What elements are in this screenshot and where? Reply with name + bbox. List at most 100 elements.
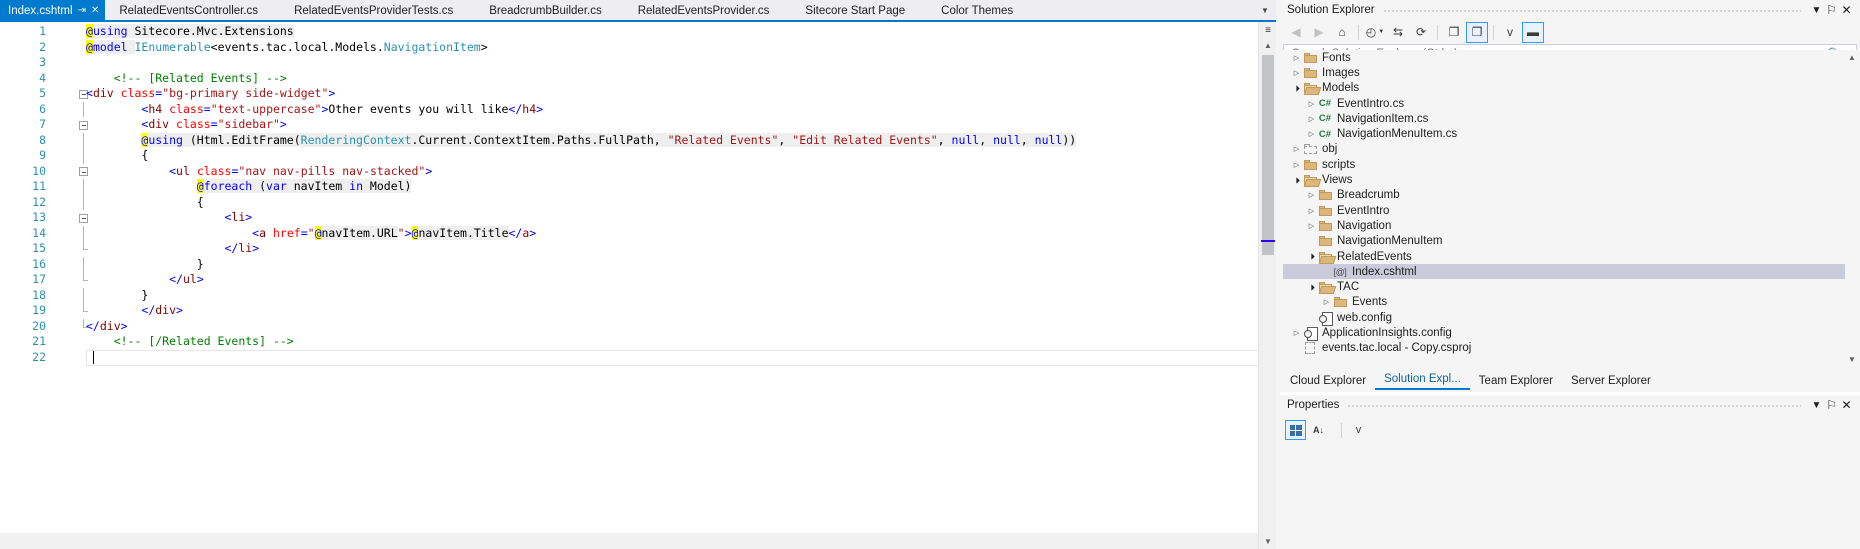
document-tab-sitecore-start-page[interactable]: Sitecore Start Page (791, 0, 927, 22)
tree-expand-arrow-open-icon[interactable]: ◢ (1290, 174, 1303, 187)
code-line[interactable]: 16 } (0, 256, 1276, 272)
document-tab-relatedeventscontroller-cs[interactable]: RelatedEventsController.cs (105, 0, 280, 22)
property-pages-button[interactable]: ᴠ (1348, 420, 1369, 440)
code-line[interactable]: 13 <li> (0, 210, 1276, 226)
tool-window-tab-team-explorer[interactable]: Team Explorer (1470, 373, 1562, 390)
code-line[interactable]: 12 { (0, 194, 1276, 210)
editor-scroll-up-arrow[interactable]: ▲ (1259, 38, 1277, 53)
show-all-files-button[interactable]: ❐ (1466, 21, 1488, 43)
solution-tree-scrollbar[interactable]: ▲ ▼ (1845, 50, 1859, 366)
document-tab-index-cshtml[interactable]: Index.cshtml ⇥ ✕ (0, 0, 106, 22)
code-line[interactable]: 18 } (0, 287, 1276, 303)
code-line[interactable]: 21 <!-- [/Related Events] --> (0, 334, 1276, 350)
tree-item-selected[interactable]: [@] Index.cshtml (1283, 264, 1857, 280)
tree-expand-arrow-closed-icon[interactable]: ▷ (1306, 130, 1317, 138)
tree-expand-arrow-closed-icon[interactable]: ▷ (1306, 100, 1317, 108)
tree-item[interactable]: ◢ Views (1283, 172, 1857, 187)
tree-expand-arrow-closed-icon[interactable]: ▷ (1321, 298, 1332, 306)
document-tab-relatedeventsprovider-cs[interactable]: RelatedEventsProvider.cs (624, 0, 792, 22)
tree-scroll-down-arrow[interactable]: ▼ (1845, 352, 1859, 366)
properties-chevron-down-icon[interactable]: ▼ (1809, 396, 1824, 414)
tree-item[interactable]: web.config (1283, 310, 1857, 326)
code-line[interactable]: 19 </div> (0, 303, 1276, 319)
tree-item[interactable]: ▷ Breadcrumb (1283, 188, 1857, 203)
alphabetical-button[interactable]: A↓ (1308, 420, 1329, 440)
document-tab-color-themes[interactable]: Color Themes (927, 0, 1035, 22)
code-line[interactable]: 6 <h4 class="text-uppercase">Other event… (0, 101, 1276, 117)
editor-horizontal-scrollbar[interactable] (0, 533, 1258, 549)
tree-expand-arrow-open-icon[interactable]: ◢ (1305, 281, 1318, 294)
chevron-down-icon[interactable]: ▼ (1809, 1, 1824, 19)
tree-expand-arrow-closed-icon[interactable]: ▷ (1306, 207, 1317, 215)
tree-expand-arrow-closed-icon[interactable]: ▷ (1291, 329, 1302, 337)
outlining-margin[interactable] (78, 55, 90, 71)
properties-pin-icon[interactable]: ⚐ (1824, 396, 1839, 414)
document-tab-relatedeventsprovidertests-cs[interactable]: RelatedEventsProviderTests.cs (280, 0, 475, 22)
code-line[interactable]: 7 <div class="sidebar"> (0, 117, 1276, 133)
home-button[interactable]: ⌂ (1331, 22, 1353, 43)
properties-grid[interactable] (1281, 447, 1859, 548)
tree-expand-arrow-open-icon[interactable]: ◢ (1290, 82, 1303, 95)
tree-item[interactable]: ◢ Models (1283, 81, 1857, 96)
tree-expand-arrow-closed-icon[interactable]: ▷ (1306, 115, 1317, 123)
tab-overflow-chevron-icon[interactable]: ▼ (1254, 0, 1276, 20)
editor-vertical-scrollbar[interactable]: ≡ ▲ ▼ (1258, 22, 1277, 549)
code-line[interactable]: 3 (0, 55, 1276, 71)
forward-button[interactable]: ▶ (1308, 22, 1330, 43)
tree-item[interactable]: ▷ Images (1283, 65, 1857, 80)
solution-tree[interactable]: ▷ Fonts ▷ Images ◢ Models ▷ C# EventIntro.cs ▷ C# N… (1283, 50, 1857, 366)
code-line[interactable]: 5 <div class="bg-primary side-widget"> (0, 86, 1276, 102)
tree-item[interactable]: ◢ RelatedEvents (1283, 249, 1857, 264)
back-button[interactable]: ◀ (1285, 22, 1307, 43)
refresh-button[interactable]: ⟳ (1410, 22, 1432, 43)
tree-scroll-up-arrow[interactable]: ▲ (1845, 50, 1859, 64)
pin-icon[interactable]: ⚐ (1824, 1, 1839, 19)
tree-item[interactable]: ▷ scripts (1283, 157, 1857, 172)
tree-expand-arrow-closed-icon[interactable]: ▷ (1306, 191, 1317, 199)
tree-item[interactable]: ▷ ApplicationInsights.config (1283, 325, 1857, 341)
chevron-down-icon[interactable]: ▼ (1378, 29, 1384, 35)
tree-item[interactable]: ▷ Events (1283, 295, 1857, 310)
tree-item[interactable]: ▷ C# EventIntro.cs (1283, 96, 1857, 111)
code-line[interactable]: 15 </li> (0, 241, 1276, 257)
tree-expand-arrow-closed-icon[interactable]: ▷ (1291, 161, 1302, 169)
tool-window-tab-cloud-explorer[interactable]: Cloud Explorer (1281, 373, 1375, 390)
tree-expand-arrow-closed-icon[interactable]: ▷ (1306, 222, 1317, 230)
tree-item[interactable]: ▷ Navigation (1283, 218, 1857, 233)
code-line[interactable]: 22 (0, 350, 1276, 366)
tree-item[interactable]: ▷ Fonts (1283, 50, 1857, 65)
code-line[interactable]: 8 @using (Html.EditFrame(RenderingContex… (0, 132, 1276, 148)
preview-selected-items-button[interactable]: ▬ (1522, 21, 1544, 43)
sync-with-active-document-button[interactable]: ⇆ (1387, 22, 1409, 43)
document-tab-breadcrumbbuilder-cs[interactable]: BreadcrumbBuilder.cs (475, 0, 624, 22)
code-editor-surface[interactable]: 1 @using Sitecore.Mvc.Extensions 2 @model I… (0, 24, 1276, 549)
tree-item[interactable]: events.tac.local - Copy.csproj (1283, 341, 1857, 356)
code-line[interactable]: 20 </div> (0, 318, 1276, 335)
code-line[interactable]: 2 @model IEnumerable<events.tac.local.Mod… (0, 39, 1276, 56)
tool-window-tab-solution-expl[interactable]: Solution Expl... (1375, 371, 1470, 390)
code-line[interactable]: 11 @foreach (var navItem in Model) (0, 179, 1276, 195)
tool-window-tab-server-explorer[interactable]: Server Explorer (1562, 373, 1660, 390)
editor-split-handle[interactable]: ≡ (1259, 22, 1277, 38)
pending-changes-button[interactable]: ◴ ▼ (1364, 22, 1386, 43)
tree-item[interactable]: NavigationMenuItem (1283, 234, 1857, 249)
pin-tab-icon[interactable]: ⇥ (78, 6, 86, 16)
code-line[interactable]: 1 @using Sitecore.Mvc.Extensions (0, 24, 1276, 40)
properties-button[interactable]: ᴠ (1499, 22, 1521, 43)
tree-item[interactable]: ◢ TAC (1283, 279, 1857, 294)
code-line[interactable]: 4 <!-- [Related Events] --> (0, 71, 1276, 87)
properties-close-icon[interactable]: ✕ (1839, 396, 1854, 414)
code-line[interactable]: 17 </ul> (0, 272, 1276, 288)
collapse-all-button[interactable]: ❐ (1443, 22, 1465, 43)
editor-scrollbar-thumb[interactable] (1262, 55, 1274, 255)
tree-item[interactable]: ▷ obj (1283, 142, 1857, 157)
code-line[interactable]: 14 <a href="@navItem.URL">@navItem.Title… (0, 225, 1276, 241)
editor-scroll-down-arrow[interactable]: ▼ (1259, 534, 1277, 549)
code-line[interactable]: 10 <ul class="nav nav-pills nav-stacked"… (0, 164, 1276, 180)
close-icon[interactable]: ✕ (1839, 1, 1854, 19)
tree-item[interactable]: ▷ EventIntro (1283, 203, 1857, 218)
tree-expand-arrow-closed-icon[interactable]: ▷ (1291, 145, 1302, 153)
categorized-button[interactable] (1285, 420, 1306, 440)
tree-expand-arrow-closed-icon[interactable]: ▷ (1291, 69, 1302, 77)
tree-expand-arrow-closed-icon[interactable]: ▷ (1291, 54, 1302, 62)
